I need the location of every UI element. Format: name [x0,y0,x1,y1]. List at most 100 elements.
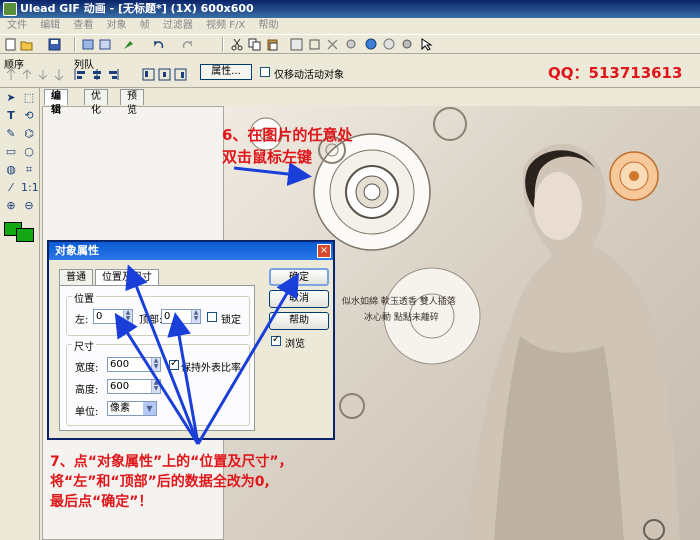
left-input[interactable]: 0 ▲ ▼ [93,309,133,324]
cancel-button[interactable]: 取消 [269,290,329,308]
woman-face [534,172,582,240]
align-middle-icon[interactable] [158,68,172,81]
lock-label: 锁定 [221,315,241,326]
crop-tool-icon[interactable]: ⌗ [21,162,37,178]
keep-aspect-ratio-label: 保持外表比率 [181,363,241,374]
top-input[interactable]: 0 ▲ ▼ [161,309,201,324]
transform-tool-icon[interactable]: ⟲ [21,108,37,124]
background-color-swatch[interactable] [16,228,34,242]
attributes-button[interactable]: 属性... [200,64,252,80]
tool-palette: ➤ ⬚ T ⟲ ✎ ⌬ ▭ ○ ◍ ⌗ ⁄ 1:1 ⊕ ⊖ [0,88,40,540]
undo-icon[interactable] [152,38,166,51]
object-toolbar: 顺序 列队 属性... 仅移动活动对象 QQ：513713613 [0,54,700,88]
redo-icon[interactable] [180,38,194,51]
tab-preview[interactable]: 预览 [120,89,144,116]
main-toolbar [0,34,700,54]
align-top-icon[interactable] [142,68,156,81]
tab-general[interactable]: 普通 [59,269,93,285]
lock-checkbox[interactable] [207,312,217,322]
settings-icon[interactable] [400,38,414,51]
left-label: 左: [75,315,89,326]
menu-help[interactable]: 帮助 [258,20,278,31]
toolbar-separator [74,37,76,52]
import-icon[interactable] [98,38,112,51]
spinner-arrows-icon[interactable]: ▲ ▼ [191,310,200,323]
menu-object[interactable]: 对象 [107,20,127,31]
tab-edit[interactable]: 编辑 [44,89,68,116]
width-label: 宽度: [75,363,99,374]
keep-aspect-ratio-checkbox[interactable] [169,358,179,370]
bring-front-icon[interactable] [4,68,18,81]
align-center-icon[interactable] [90,68,104,81]
move-active-only-checkbox[interactable] [260,67,270,77]
position-size-panel: 位置 左: 0 ▲▼ 顶部: 0 ▲▼ 锁定 尺寸 宽度: 600 ▲▼ 保持外… [59,285,255,431]
width-input[interactable]: 600 ▲ ▼ [107,357,161,372]
menu-file[interactable]: 文件 [7,20,27,31]
bring-forward-icon[interactable] [20,68,34,81]
zoom-in-tool-icon[interactable]: ⊕ [3,198,19,214]
unit-label: 单位: [75,407,99,418]
crop-icon[interactable] [308,38,322,51]
pointer-tool-icon[interactable]: ➤ [3,90,19,106]
send-back-icon[interactable] [52,68,66,81]
spinner-arrows-icon[interactable]: ▲ ▼ [151,380,160,393]
text-tool-icon[interactable]: T [3,108,19,124]
align-right-icon[interactable] [106,68,120,81]
magic-wand-tool-icon[interactable]: ○ [21,144,37,160]
eyedropper-tool-icon[interactable]: ⁄ [3,180,19,196]
fill-tool-icon[interactable]: ◍ [3,162,19,178]
browse-checkbox[interactable] [271,334,281,346]
preview-icon[interactable] [382,38,396,51]
delete-icon[interactable] [326,38,340,51]
title-bar: Ulead GIF 动画 - [无标题*] (1X) 600x600 [0,0,700,18]
menu-view[interactable]: 查看 [73,20,93,31]
eraser-tool-icon[interactable]: ▭ [3,144,19,160]
height-input[interactable]: 600 ▲ ▼ [107,379,161,394]
help-cursor-icon[interactable] [420,38,434,51]
actual-size-tool-icon[interactable]: 1:1 [21,180,39,196]
step7-line1: 7、点“对象属性”上的“位置及尺寸”， [50,454,293,470]
tab-optimize[interactable]: 优化 [84,89,108,116]
chevron-down-icon[interactable]: ▼ [143,402,156,415]
save-icon[interactable] [48,38,62,51]
paste-icon[interactable] [266,38,280,51]
menu-filter[interactable]: 过滤器 [163,20,193,31]
help-button[interactable]: 帮助 [269,312,329,330]
tab-position-size[interactable]: 位置及尺寸 [95,269,159,286]
zoom-out-tool-icon[interactable]: ⊖ [21,198,37,214]
menu-edit[interactable]: 编辑 [40,20,60,31]
size-group: 尺寸 宽度: 600 ▲▼ 保持外表比率 高度: 600 ▲▼ 单位: 像素 ▼ [66,338,250,426]
ok-button[interactable]: 确定 [269,268,329,286]
select-tool-icon[interactable]: ⬚ [21,90,37,106]
tool-icon[interactable] [344,38,358,51]
export-icon[interactable] [82,38,96,51]
spinner-arrows-icon[interactable]: ▲ ▼ [123,310,132,323]
send-backward-icon[interactable] [36,68,50,81]
toolbar-separator [222,37,224,52]
wizard-icon[interactable] [122,38,136,51]
menu-video-fx[interactable]: 视频 F/X [206,20,245,31]
align-bottom-icon[interactable] [174,68,188,81]
unit-select[interactable]: 像素 ▼ [107,401,157,416]
browse-label: 浏览 [285,339,305,350]
menu-frame[interactable]: 帧 [140,20,150,31]
height-input-value: 600 [110,381,130,392]
top-input-value: 0 [164,311,171,322]
ring-ornament-top [433,107,467,141]
top-label: 顶部: [139,315,163,326]
new-file-icon[interactable] [4,38,18,51]
close-icon[interactable]: × [317,244,331,258]
frame-properties-icon[interactable] [290,38,304,51]
align-left-icon[interactable] [74,68,88,81]
cut-icon[interactable] [230,38,244,51]
width-input-value: 600 [110,359,130,370]
window-title: Ulead GIF 动画 - [无标题*] (1X) 600x600 [20,2,254,15]
lasso-tool-icon[interactable]: ⌬ [21,126,37,142]
globe-icon[interactable] [364,38,378,51]
step7-line3: 最后点“确定”！ [50,494,153,510]
open-folder-icon[interactable] [20,38,34,51]
copy-icon[interactable] [248,38,262,51]
size-group-label: 尺寸 [72,338,96,353]
spinner-arrows-icon[interactable]: ▲ ▼ [151,358,160,371]
brush-tool-icon[interactable]: ✎ [3,126,19,142]
